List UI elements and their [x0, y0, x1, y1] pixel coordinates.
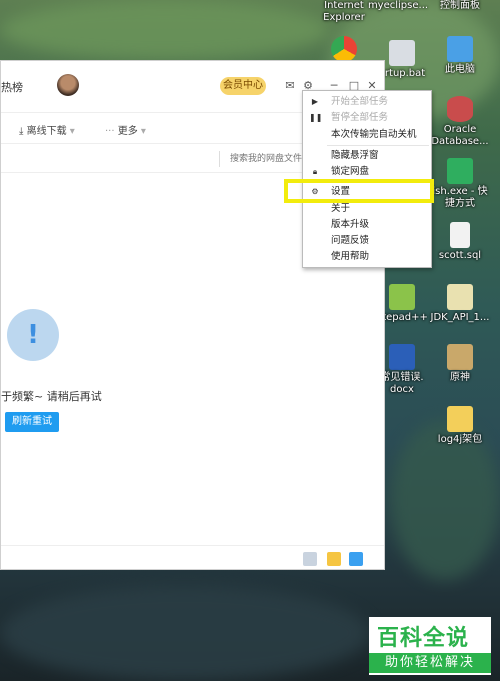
- alert-icon: !: [7, 309, 59, 361]
- status-bar: [1, 545, 384, 571]
- upload-icon[interactable]: [327, 552, 341, 566]
- mail-icon[interactable]: ✉: [283, 79, 297, 93]
- download-icon: ⤓: [19, 126, 24, 137]
- retry-button[interactable]: 刷新重试: [5, 412, 59, 432]
- help-file-icon: [447, 284, 473, 310]
- apps-icon[interactable]: [303, 552, 317, 566]
- menu-item-label: 版本升级: [331, 219, 370, 230]
- desktop-icon-log4j[interactable]: log4j架包: [428, 406, 492, 446]
- desktop-icon-label: 常见错误. docx: [380, 372, 424, 395]
- menu-item-label: 关于: [331, 203, 351, 214]
- chevron-down-icon: ▾: [140, 126, 146, 137]
- ellipsis-icon: ···: [105, 126, 115, 137]
- desktop-icon-label: 此电脑: [445, 64, 475, 75]
- desktop-icon-label: artup.bat: [378, 68, 426, 79]
- desktop-icon-label: log4j架包: [437, 434, 483, 445]
- hotlist-tab[interactable]: 热榜: [1, 79, 23, 95]
- menu-item-label: 本次传输完自动关机: [331, 129, 417, 140]
- desktop-icon-label: ish.exe - 快 捷方式: [432, 186, 488, 209]
- desktop-icon-control-panel[interactable]: 控制面板: [428, 0, 492, 12]
- settings-highlight-box: [284, 179, 434, 203]
- menu-item-label: 使用帮助: [331, 251, 370, 262]
- wallpaper-water: [0, 585, 370, 681]
- word-document-icon: [389, 344, 415, 370]
- desktop-icon-label: myeclipse...: [367, 0, 429, 11]
- folder-icon: [447, 406, 473, 432]
- play-icon: ▶: [311, 97, 319, 106]
- menu-item-about[interactable]: 关于: [303, 201, 431, 216]
- more-button[interactable]: ··· 更多 ▾: [105, 122, 146, 137]
- batch-file-icon: [389, 40, 415, 66]
- menu-item-auto-shutdown[interactable]: 本次传输完自动关机: [303, 127, 431, 142]
- game-icon: [447, 344, 473, 370]
- desktop-icon-this-pc[interactable]: 此电脑: [428, 36, 492, 76]
- watermark-logo: 百科全说 助你轻松解决: [369, 617, 491, 675]
- desktop-icon-myeclipse[interactable]: myeclipse...: [366, 0, 430, 12]
- desktop-icon-oracle[interactable]: Oracle Database...: [428, 96, 492, 148]
- computer-icon: [447, 36, 473, 62]
- menu-item-start-all[interactable]: ▶ 开始全部任务: [303, 94, 431, 109]
- menu-item-hide-float[interactable]: 隐藏悬浮窗: [303, 148, 431, 163]
- menu-item-upgrade[interactable]: 版本升级: [303, 217, 431, 232]
- desktop-icon-label: 原神: [450, 372, 470, 383]
- menu-item-help[interactable]: 使用帮助: [303, 249, 431, 264]
- shortcut-icon: [447, 158, 473, 184]
- lock-icon: 🔒︎: [312, 167, 318, 176]
- watermark-title: 百科全说: [377, 626, 470, 651]
- offline-download-button[interactable]: ⤓ 离线下载 ▾: [19, 122, 75, 137]
- desktop-icon-ish[interactable]: ish.exe - 快 捷方式: [428, 158, 492, 210]
- notepadpp-icon: [389, 284, 415, 310]
- desktop-icon-genshin[interactable]: 原神: [428, 344, 492, 384]
- menu-divider: [327, 145, 429, 146]
- lock-icon[interactable]: [349, 552, 363, 566]
- desktop-icon-label: JDK_API_1...: [430, 312, 490, 323]
- menu-item-feedback[interactable]: 问题反馈: [303, 233, 431, 248]
- pause-icon: ❚❚: [309, 113, 323, 122]
- menu-item-pause-all[interactable]: ❚❚ 暂停全部任务: [303, 110, 431, 125]
- avatar[interactable]: [57, 74, 79, 96]
- menu-item-label: 锁定网盘: [331, 166, 370, 177]
- menu-item-label: 暂停全部任务: [331, 112, 389, 123]
- desktop-icon-label: 控制面板: [440, 0, 480, 11]
- username-redacted: [79, 66, 219, 104]
- more-label: 更多: [117, 126, 138, 137]
- desktop-icon-label: scott.sql: [438, 250, 482, 261]
- chevron-down-icon: ▾: [69, 126, 75, 137]
- database-icon: [447, 96, 473, 122]
- watermark-subtitle: 助你轻松解决: [369, 653, 491, 673]
- menu-item-label: 隐藏悬浮窗: [331, 150, 379, 161]
- menu-item-label: 开始全部任务: [331, 96, 389, 107]
- vip-center-button[interactable]: 会员中心: [220, 77, 266, 95]
- menu-item-label: 问题反馈: [331, 235, 370, 246]
- desktop-icon-scott-sql[interactable]: scott.sql: [428, 222, 492, 262]
- file-icon: [450, 222, 470, 248]
- menu-item-lock-disk[interactable]: 🔒︎ 锁定网盘: [303, 164, 431, 179]
- offline-download-label: 离线下载: [26, 126, 67, 137]
- chrome-icon: [331, 36, 357, 62]
- error-message: 于频繁~ 请稍后再试: [1, 390, 102, 403]
- desktop-icon-label: Internet Explorer: [323, 0, 365, 23]
- desktop-icon-label: Oracle Database...: [431, 124, 489, 147]
- wallpaper-foliage: [0, 0, 330, 60]
- desktop-icon-jdk-api[interactable]: JDK_API_1...: [428, 284, 492, 324]
